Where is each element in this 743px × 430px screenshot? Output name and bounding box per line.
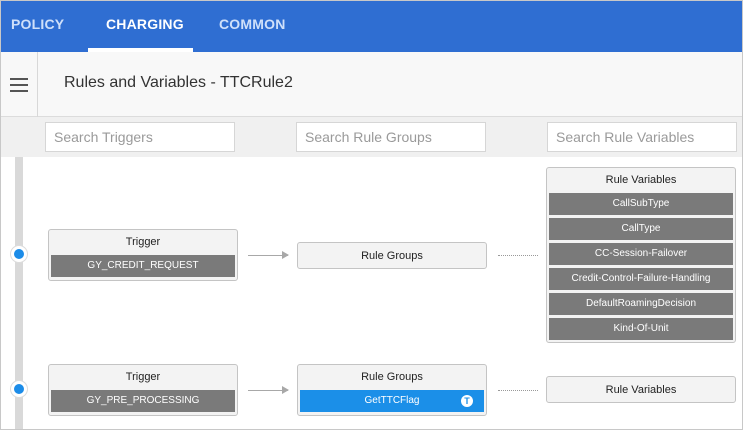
tab-common[interactable]: COMMON (219, 1, 286, 52)
rule-variable-item[interactable]: CC-Session-Failover (549, 243, 733, 265)
top-nav: POLICY CHARGING COMMON (1, 1, 742, 52)
page-header: Rules and Variables - TTCRule2 (1, 52, 742, 117)
flow-arrow (248, 251, 289, 259)
app-window: POLICY CHARGING COMMON Rules and Variabl… (0, 0, 743, 430)
rule-variable-item[interactable]: CallSubType (549, 193, 733, 215)
tab-charging[interactable]: CHARGING (106, 1, 184, 52)
rule-variables-heading: Rule Variables (605, 174, 677, 186)
trigger-node[interactable]: Trigger GY_CREDIT_REQUEST (48, 229, 238, 281)
rule-variables-node[interactable]: Rule Variables (546, 376, 736, 403)
search-triggers-input[interactable] (45, 122, 235, 152)
timeline-dot[interactable] (11, 246, 27, 262)
rule-variable-item[interactable]: Kind-Of-Unit (549, 318, 733, 340)
rule-groups-node[interactable]: Rule Groups GetTTCFlag T (297, 364, 487, 416)
search-strip (1, 117, 742, 157)
flow-connector (498, 255, 538, 256)
flow-arrow (248, 386, 289, 394)
search-rule-variables-input[interactable] (547, 122, 737, 152)
timeline-dot[interactable] (11, 381, 27, 397)
rule-group-item[interactable]: GetTTCFlag T (300, 390, 484, 412)
tab-policy[interactable]: POLICY (11, 1, 64, 52)
trigger-name[interactable]: GY_CREDIT_REQUEST (51, 255, 235, 277)
rule-variable-item[interactable]: CallType (549, 218, 733, 240)
flow-connector (498, 390, 538, 391)
page-title: Rules and Variables - TTCRule2 (64, 74, 293, 91)
trigger-heading: Trigger (125, 236, 161, 248)
trigger-name[interactable]: GY_PRE_PROCESSING (51, 390, 235, 412)
rule-groups-node[interactable]: Rule Groups (297, 242, 487, 269)
trigger-node[interactable]: Trigger GY_PRE_PROCESSING (48, 364, 238, 416)
rule-variable-item[interactable]: DefaultRoamingDecision (549, 293, 733, 315)
search-rule-groups-input[interactable] (296, 122, 486, 152)
rule-variables-node[interactable]: Rule Variables CallSubType CallType CC-S… (546, 167, 736, 343)
hamburger-menu-icon[interactable] (1, 52, 38, 117)
rule-groups-heading: Rule Groups (361, 371, 423, 383)
t-badge-icon: T (461, 395, 473, 407)
rule-group-label: GetTTCFlag (364, 395, 420, 406)
trigger-heading: Trigger (125, 371, 161, 383)
rule-variable-item[interactable]: Credit-Control-Failure-Handling (549, 268, 733, 290)
